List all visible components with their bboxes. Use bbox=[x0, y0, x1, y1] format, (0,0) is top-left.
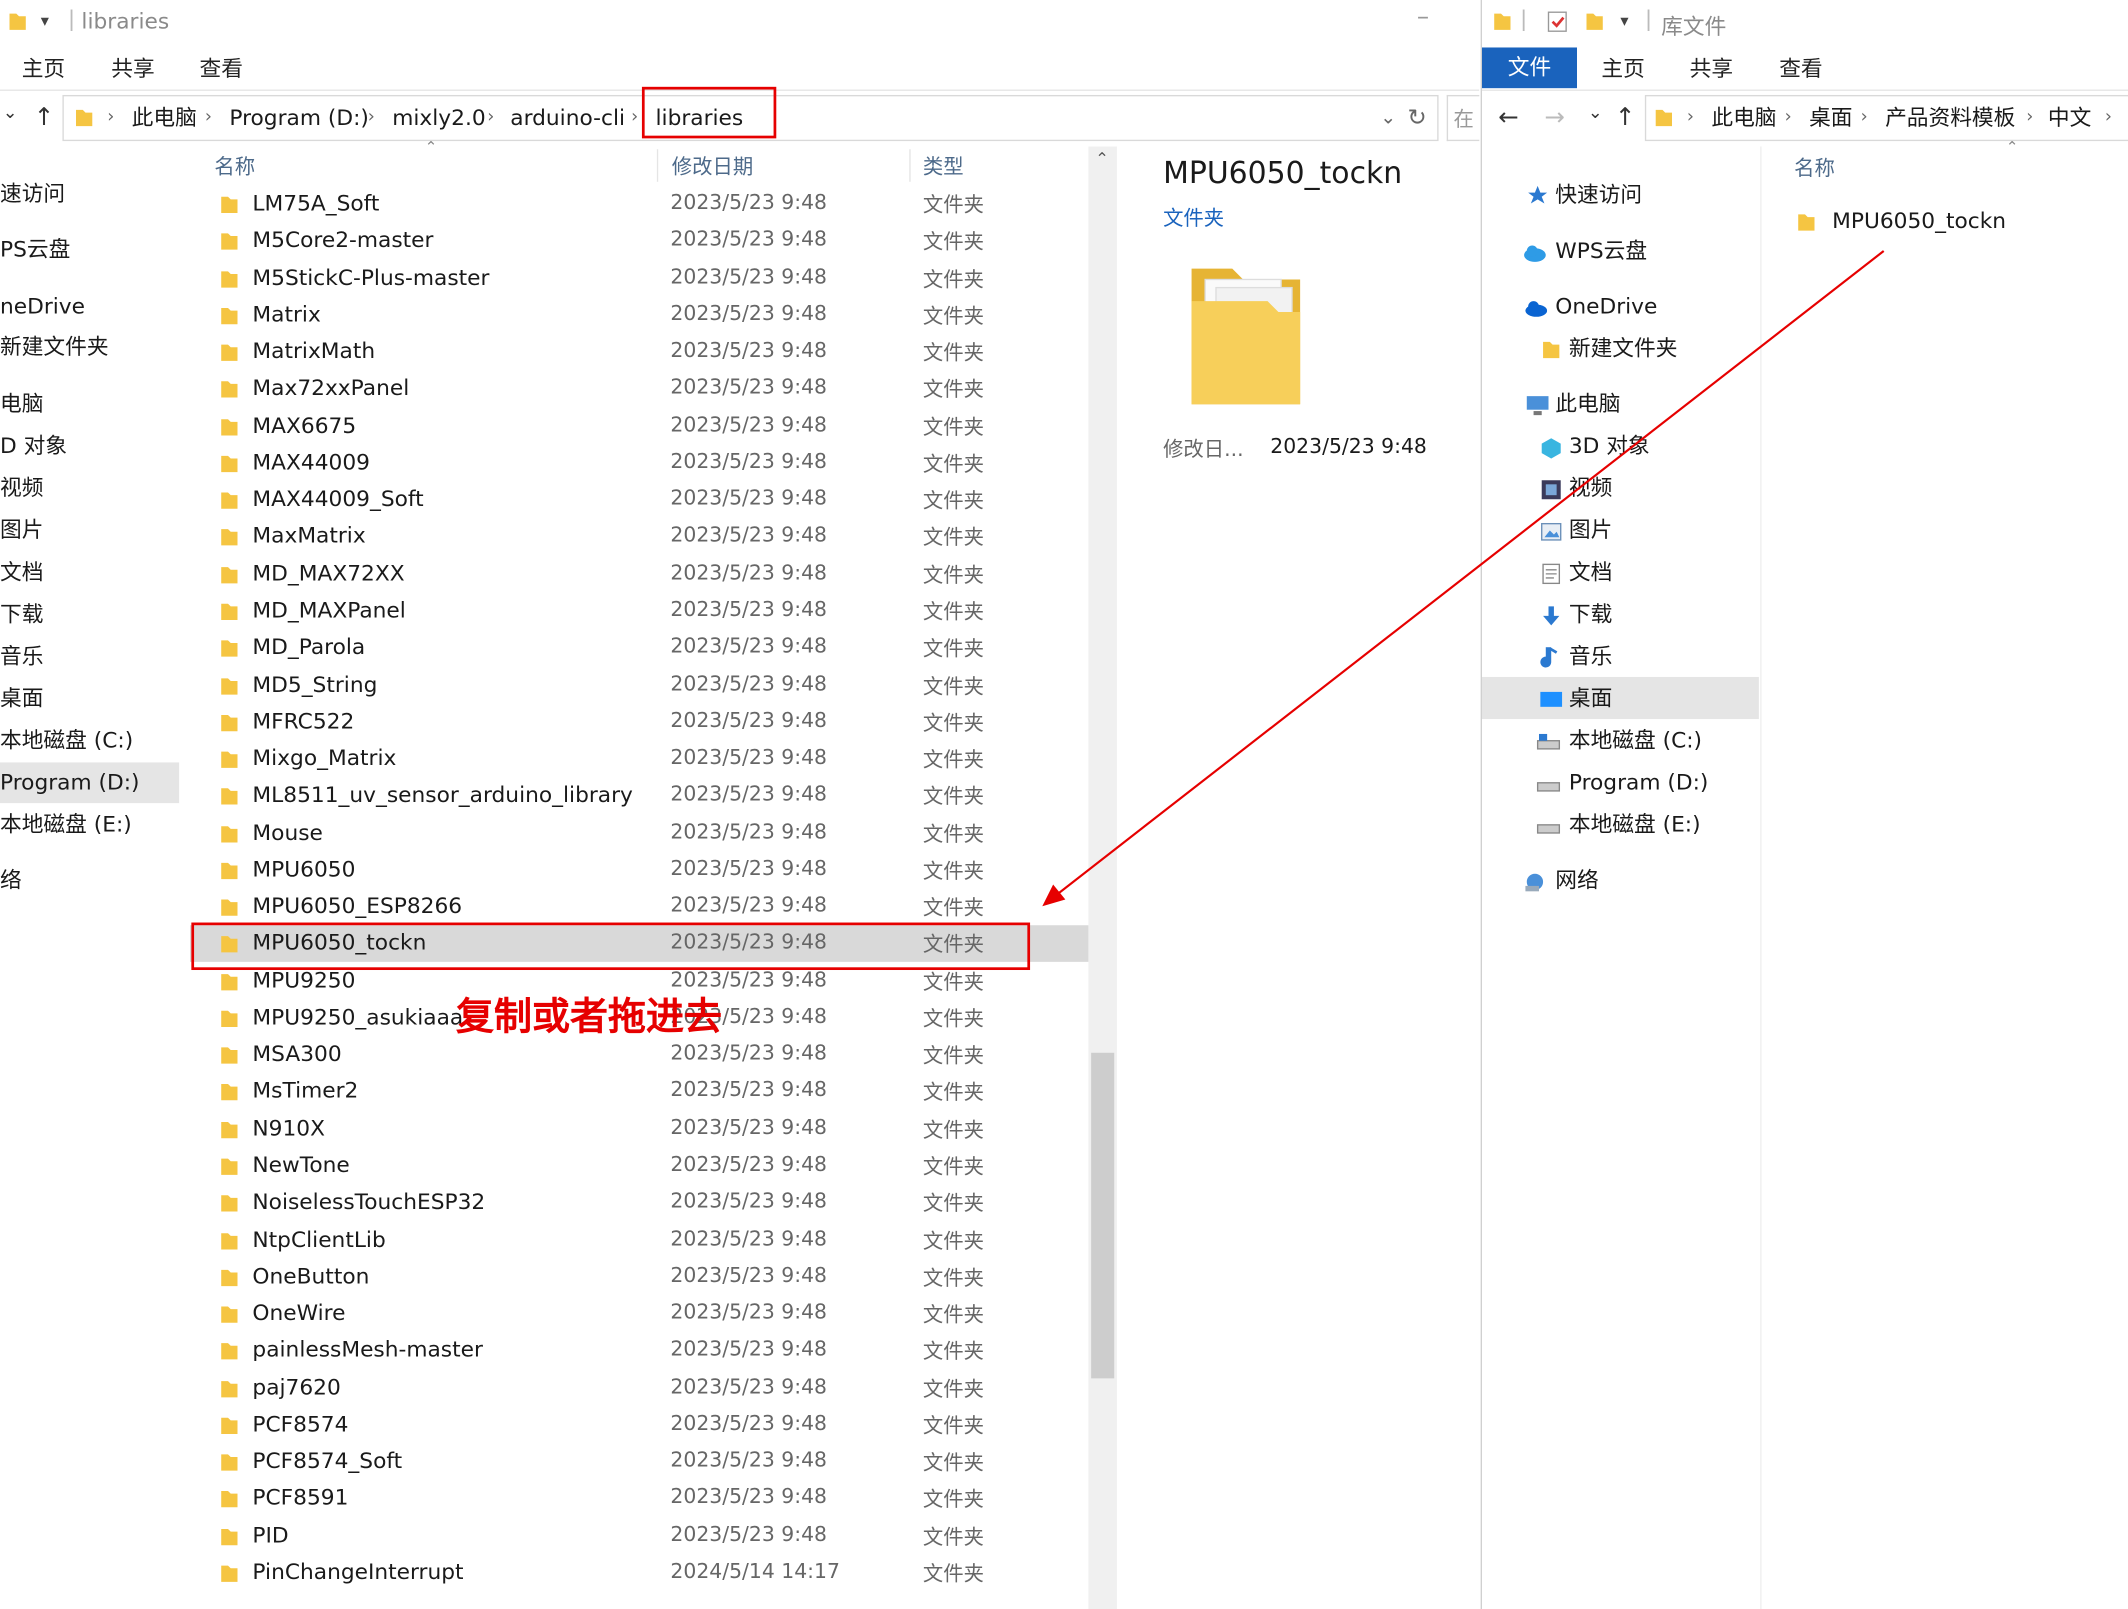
drag-arrow bbox=[1042, 250, 1885, 907]
